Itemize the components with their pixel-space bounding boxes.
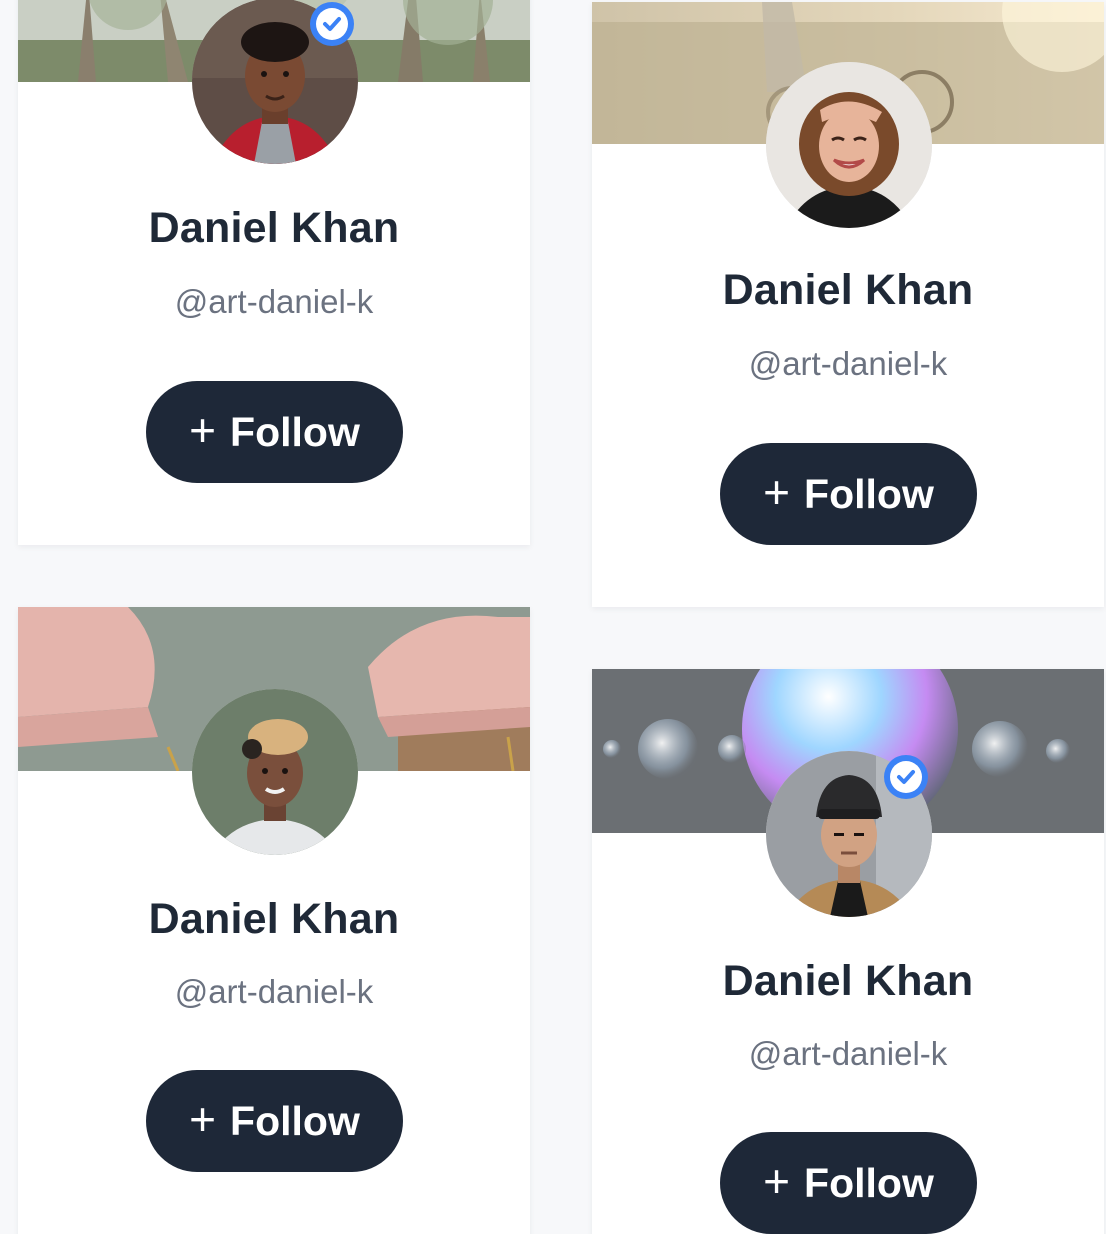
avatar[interactable] — [192, 689, 358, 855]
plus-icon: + — [763, 466, 791, 518]
plus-icon: + — [763, 1155, 791, 1207]
plus-icon: + — [189, 404, 217, 456]
follow-button[interactable]: + Follow — [720, 443, 977, 545]
plus-icon: + — [189, 1093, 217, 1145]
follow-label: Follow — [804, 470, 934, 517]
profile-card: Daniel Khan @art-daniel-k + Follow — [18, 607, 530, 1234]
profile-card-grid: Daniel Khan @art-daniel-k + Follow Danie… — [0, 0, 1106, 1234]
follow-button[interactable]: + Follow — [720, 1132, 977, 1234]
follow-label: Follow — [230, 1097, 360, 1144]
follow-button[interactable]: + Follow — [146, 381, 403, 483]
profile-card: Daniel Khan @art-daniel-k + Follow — [592, 669, 1104, 1234]
follow-label: Follow — [230, 408, 360, 455]
profile-name: Daniel Khan — [148, 204, 400, 252]
profile-name: Daniel Khan — [148, 895, 400, 943]
profile-card: Daniel Khan @art-daniel-k + Follow — [18, 0, 530, 545]
follow-button[interactable]: + Follow — [146, 1070, 403, 1172]
profile-card: Daniel Khan @art-daniel-k + Follow — [592, 2, 1104, 607]
follow-label: Follow — [804, 1159, 934, 1206]
profile-name: Daniel Khan — [722, 266, 974, 314]
verified-badge-icon — [308, 0, 356, 48]
avatar[interactable] — [766, 62, 932, 228]
profile-handle: @art-daniel-k — [174, 283, 374, 320]
profile-name: Daniel Khan — [722, 957, 974, 1005]
profile-handle: @art-daniel-k — [748, 345, 948, 382]
profile-handle: @art-daniel-k — [174, 973, 374, 1010]
verified-badge-icon — [882, 753, 930, 801]
profile-handle: @art-daniel-k — [748, 1035, 948, 1072]
